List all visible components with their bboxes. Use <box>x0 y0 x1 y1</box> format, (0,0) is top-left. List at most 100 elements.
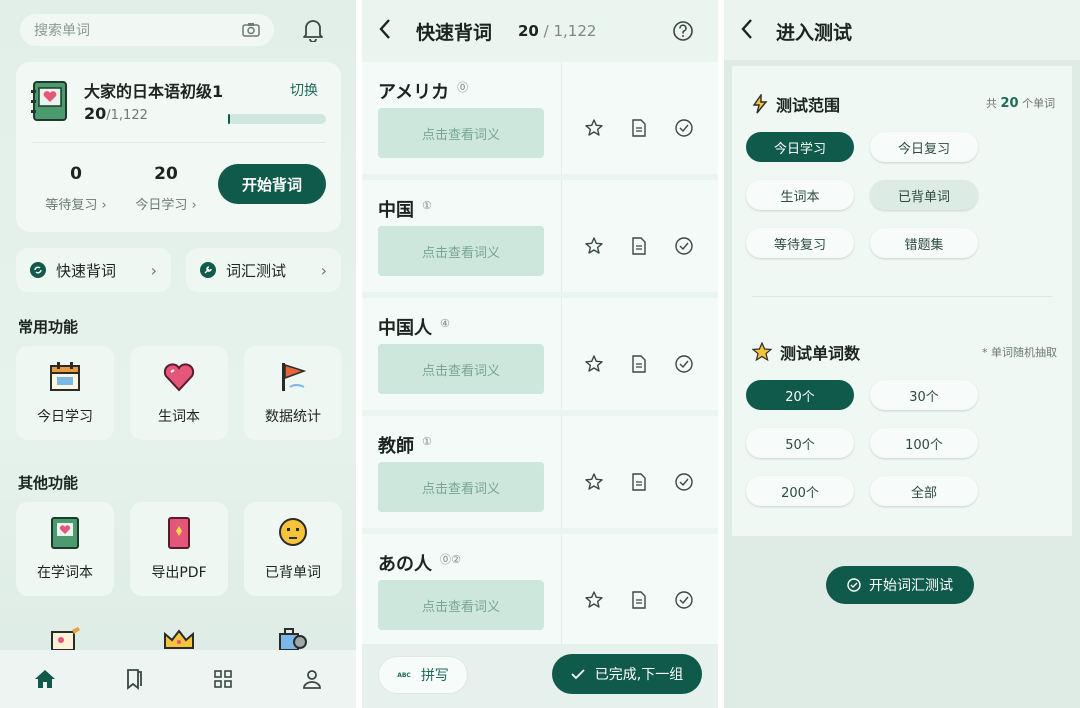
current-count: 20 <box>518 22 539 40</box>
word-row: あの人 ⓪② 点击查看词义 <box>362 534 718 646</box>
star-icon[interactable] <box>584 354 604 374</box>
count-chip[interactable]: 100个 <box>870 428 978 458</box>
count-title-text: 测试单词数 <box>780 344 861 363</box>
abc-icon: ABC <box>397 671 411 679</box>
tile-current-books[interactable]: 在学词本 <box>16 502 114 596</box>
star-icon[interactable] <box>584 590 604 610</box>
check-circle-icon[interactable] <box>674 590 694 610</box>
tile-label: 已背单词 <box>265 565 321 581</box>
other-section-title: 其他功能 <box>18 474 79 492</box>
header: 进入测试 <box>724 0 1080 60</box>
word-text: 中国 ① <box>378 199 432 221</box>
note-icon[interactable] <box>630 118 648 138</box>
range-chip[interactable]: 已背单词 <box>870 180 978 210</box>
chevron-right-icon: › <box>150 260 157 280</box>
wrench-icon <box>200 262 216 278</box>
switch-book-button[interactable]: 切换 <box>290 80 318 100</box>
tile-today-learning[interactable]: 今日学习 <box>16 346 114 440</box>
nav-bookmarks[interactable] <box>89 668 178 690</box>
search-placeholder: 搜索单词 <box>34 23 90 39</box>
vocab-test-label: 词汇测试 <box>226 261 287 280</box>
check-circle-icon[interactable] <box>674 236 694 256</box>
total-count: / 1,122 <box>538 22 597 40</box>
range-section-title: 测试范围 <box>752 92 840 116</box>
camera-icon[interactable] <box>242 22 260 38</box>
count-chip[interactable]: 50个 <box>746 428 854 458</box>
star-icon[interactable] <box>584 236 604 256</box>
toolbox-icon <box>276 626 310 650</box>
reveal-meaning-button[interactable]: 点击查看词义 <box>378 462 544 512</box>
star-icon[interactable] <box>584 472 604 492</box>
vocab-test-button[interactable]: 词汇测试 › <box>186 248 341 292</box>
spell-button[interactable]: ABC 拼写 <box>378 656 468 694</box>
divider <box>561 534 562 646</box>
quick-memorize-button[interactable]: 快速背词 › <box>16 248 171 292</box>
reveal-meaning-button[interactable]: 点击查看词义 <box>378 580 544 630</box>
pitch-accent: ⓪② <box>440 553 461 566</box>
grid-icon <box>213 669 233 689</box>
range-chip[interactable]: 等待复习 <box>746 228 854 258</box>
count-chip[interactable]: 30个 <box>870 380 978 410</box>
nav-apps[interactable] <box>178 669 267 689</box>
back-arrow-icon[interactable] <box>740 18 754 40</box>
green-book-icon <box>30 80 70 122</box>
tile-learned-words[interactable]: 已背单词 <box>244 502 342 596</box>
word-row: 中国 ① 点击查看词义 <box>362 180 718 292</box>
start-vocab-test-button[interactable]: 开始词汇测试 <box>826 566 974 604</box>
word-text: 中国人 ④ <box>378 317 450 339</box>
divider <box>561 416 562 528</box>
note-icon[interactable] <box>630 354 648 374</box>
home-icon <box>34 669 56 689</box>
pitch-accent: ④ <box>440 317 450 330</box>
note-icon[interactable] <box>630 472 648 492</box>
done-label: 已完成,下一组 <box>594 667 684 683</box>
tile-export-pdf[interactable]: 导出PDF <box>130 502 228 596</box>
calendar-icon <box>48 360 82 394</box>
reveal-meaning-button[interactable]: 点击查看词义 <box>378 226 544 276</box>
heart-icon <box>162 360 196 394</box>
search-input[interactable]: 搜索单词 <box>20 14 274 46</box>
quick-memorize-label: 快速背词 <box>56 261 117 280</box>
stat-today[interactable]: 20 今日学习 › <box>126 164 206 213</box>
pitch-accent: ① <box>422 435 432 448</box>
tile-label: 导出PDF <box>151 565 207 581</box>
note-icon[interactable] <box>630 236 648 256</box>
reveal-meaning-button[interactable]: 点击查看词义 <box>378 344 544 394</box>
check-circle-icon[interactable] <box>674 354 694 374</box>
check-circle-icon[interactable] <box>674 472 694 492</box>
tile-statistics[interactable]: 数据统计 <box>244 346 342 440</box>
range-chip[interactable]: 今日复习 <box>870 132 978 162</box>
stat-label: 等待复习 › <box>45 198 107 213</box>
tile-wordbook[interactable]: 生词本 <box>130 346 228 440</box>
range-chip[interactable]: 今日学习 <box>746 132 854 162</box>
bell-icon[interactable] <box>302 18 324 42</box>
range-chip[interactable]: 生词本 <box>746 180 854 210</box>
check-circle-icon[interactable] <box>674 118 694 138</box>
flag-icon <box>276 360 310 394</box>
lightning-icon <box>752 94 768 114</box>
page-title: 快速背词 <box>416 22 493 44</box>
start-learning-button[interactable]: 开始背词 <box>218 164 326 204</box>
range-chip[interactable]: 错题集 <box>870 228 978 258</box>
nav-profile[interactable] <box>267 669 356 689</box>
help-icon[interactable] <box>672 20 694 42</box>
current-book-card[interactable]: 大家的日本语初级1 20/1,122 切换 0 等待复习 › 20 今日学习 ›… <box>16 62 341 232</box>
start-test-label: 开始词汇测试 <box>869 578 953 594</box>
pitch-accent: ⓪ <box>457 81 469 94</box>
stat-review[interactable]: 0 等待复习 › <box>36 164 116 213</box>
star-icon[interactable] <box>584 118 604 138</box>
count-chip[interactable]: 20个 <box>746 380 854 410</box>
back-arrow-icon[interactable] <box>378 18 392 40</box>
nav-home[interactable] <box>0 669 89 689</box>
count-chip[interactable]: 全部 <box>870 476 978 506</box>
reveal-meaning-button[interactable]: 点击查看词义 <box>378 108 544 158</box>
note-icon[interactable] <box>630 590 648 610</box>
book-progress-bar <box>228 114 326 124</box>
count-chip[interactable]: 200个 <box>746 476 854 506</box>
word-row: アメリカ ⓪ 点击查看词义 <box>362 62 718 174</box>
done-next-button[interactable]: 已完成,下一组 <box>552 654 702 694</box>
crown-icon <box>162 628 196 650</box>
check-circle-icon <box>847 578 861 592</box>
word-text: 教師 ① <box>378 435 432 457</box>
tile-label: 数据统计 <box>265 409 321 425</box>
